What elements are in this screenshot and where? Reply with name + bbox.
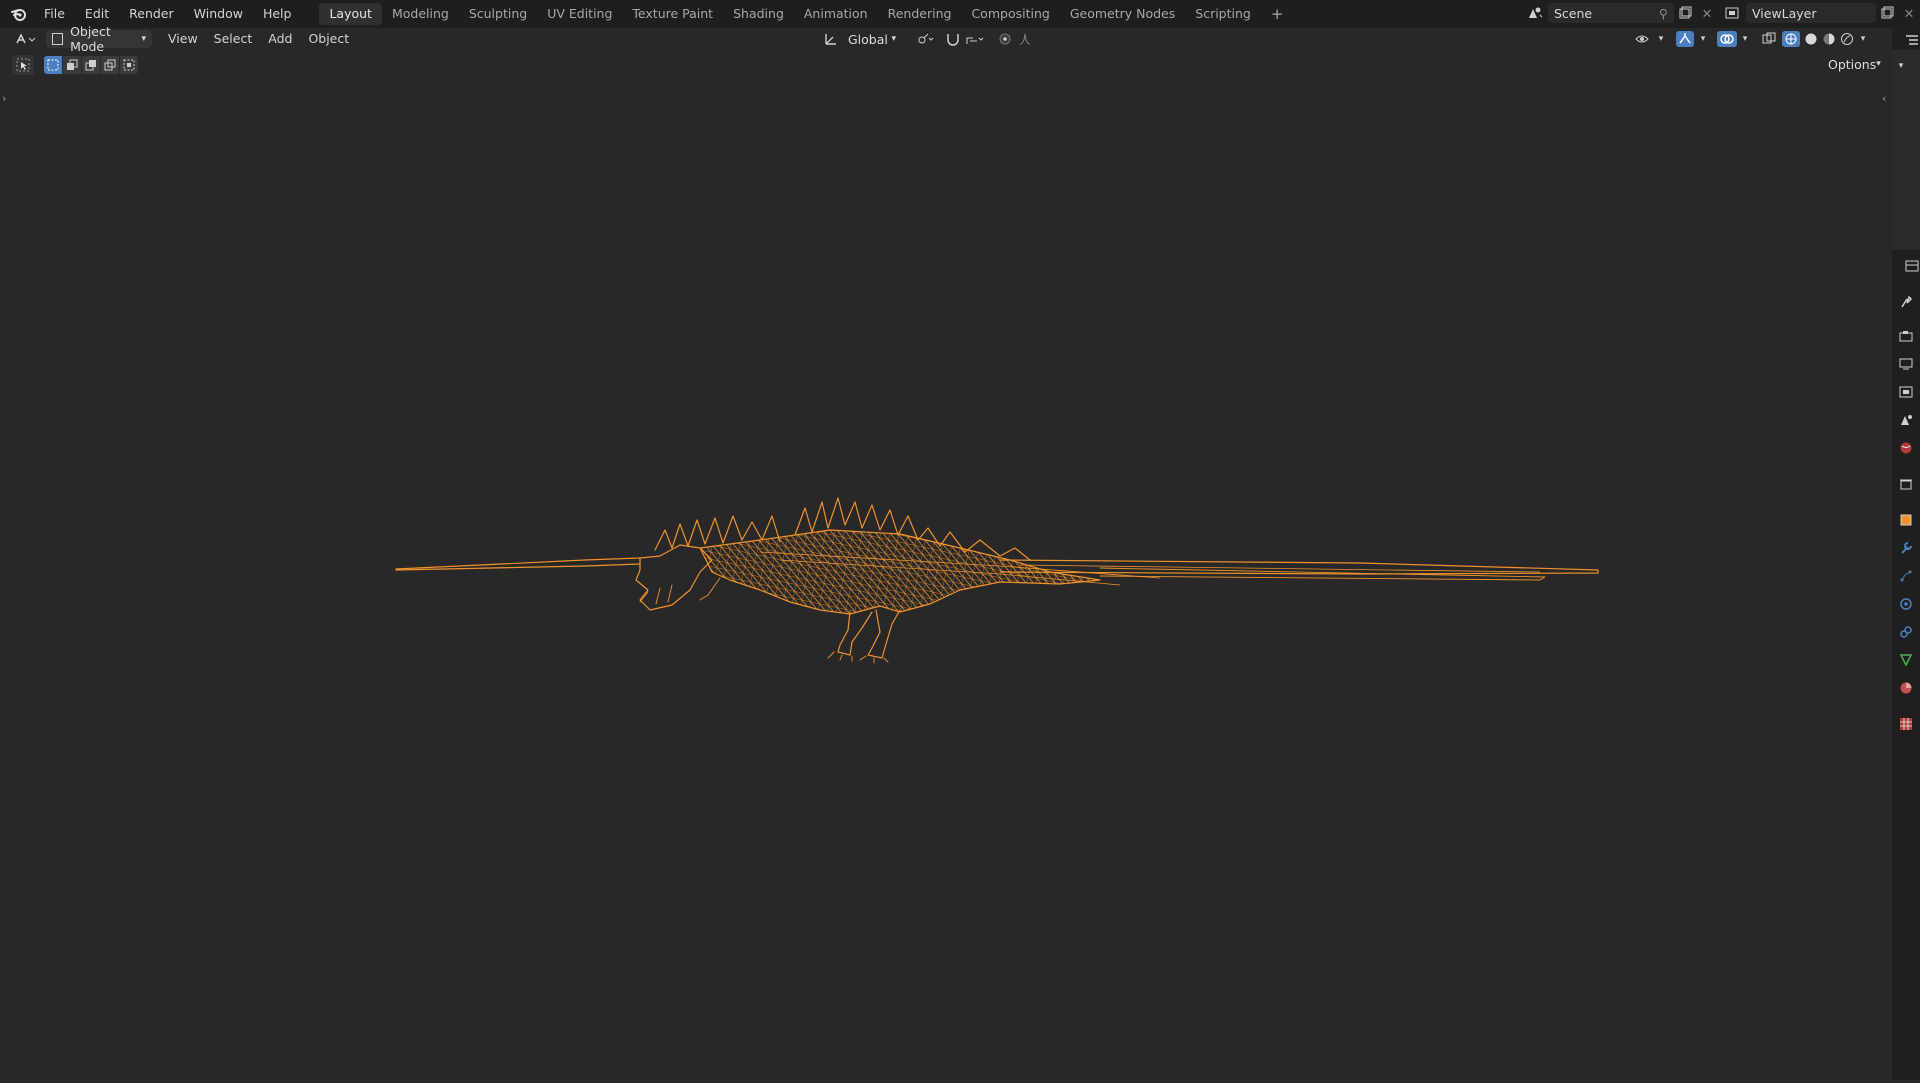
solid-shading-icon[interactable] [1802, 29, 1820, 49]
3d-viewport[interactable] [0, 78, 1892, 1080]
object-icon[interactable] [1896, 510, 1916, 530]
particles-icon[interactable] [1896, 566, 1916, 586]
scene-icon[interactable] [1896, 410, 1916, 430]
view-layer-name: ViewLayer [1752, 5, 1817, 21]
proportional-falloff-icon[interactable] [1016, 29, 1038, 49]
modifier-icon[interactable] [1896, 538, 1916, 558]
scene-name: Scene [1554, 5, 1593, 21]
tab-shading[interactable]: Shading [723, 3, 794, 25]
mode-dropdown[interactable]: Object Mode ▾ [46, 24, 152, 54]
world-icon[interactable] [1896, 438, 1916, 458]
chevron-down-icon: ▾ [891, 34, 896, 44]
new-view-layer-icon[interactable] [1876, 3, 1898, 23]
tool-settings-row: Options ▾ [0, 53, 1892, 77]
transform-tools: Global ▾ [820, 29, 1038, 49]
scene-name-field[interactable]: Scene ⚲ [1548, 3, 1674, 23]
menu-object[interactable]: Object [300, 29, 357, 49]
texture-icon[interactable] [1896, 714, 1916, 734]
chevron-down-icon: ▾ [1876, 59, 1881, 69]
menu-add[interactable]: Add [260, 29, 300, 49]
collection-icon[interactable] [1896, 474, 1916, 494]
tab-texture-paint[interactable]: Texture Paint [622, 3, 723, 25]
outliner-editor-type-icon[interactable] [1904, 30, 1920, 50]
tab-compositing[interactable]: Compositing [961, 3, 1059, 25]
editor-type-icon[interactable] [12, 29, 40, 49]
pivot-point-icon[interactable] [914, 29, 936, 49]
proportional-edit-icon[interactable] [994, 29, 1016, 49]
transform-orientation-dropdown[interactable]: Global ▾ [842, 30, 902, 48]
scene-type-icon[interactable] [1524, 3, 1546, 23]
view-layer-icon[interactable] [1896, 382, 1916, 402]
output-icon[interactable] [1896, 354, 1916, 374]
physics-icon[interactable] [1896, 594, 1916, 614]
chevron-down-icon[interactable]: ▾ [1856, 29, 1870, 49]
view-layer-selector: ViewLayer ✕ [1722, 3, 1920, 23]
properties-editor-type-icon[interactable] [1904, 256, 1920, 276]
tab-animation[interactable]: Animation [794, 3, 878, 25]
options-label: Options [1828, 56, 1877, 72]
tab-uv-editing[interactable]: UV Editing [537, 3, 622, 25]
pin-icon[interactable]: ⚲ [1659, 6, 1668, 21]
snap-target-icon[interactable] [964, 29, 986, 49]
chevron-down-icon[interactable]: ▾ [1738, 29, 1752, 49]
chevron-down-icon[interactable]: ▾ [1654, 29, 1668, 49]
object-mode-icon [52, 33, 64, 45]
render-icon[interactable] [1896, 326, 1916, 346]
blender-logo-icon[interactable] [4, 6, 34, 22]
mode-invert-icon[interactable] [101, 56, 119, 74]
rendered-shading-icon[interactable] [1838, 29, 1856, 49]
mode-intersect-icon[interactable] [120, 56, 138, 74]
menu-render[interactable]: Render [119, 2, 184, 26]
mode-set-icon[interactable] [44, 56, 62, 74]
tab-sculpting[interactable]: Sculpting [459, 3, 537, 25]
tab-rendering[interactable]: Rendering [878, 3, 962, 25]
tab-geometry-nodes[interactable]: Geometry Nodes [1060, 3, 1185, 25]
mode-extend-icon[interactable] [63, 56, 81, 74]
mode-label: Object Mode [70, 24, 111, 54]
menu-help[interactable]: Help [253, 2, 302, 26]
menu-window[interactable]: Window [184, 2, 253, 26]
snap-icon[interactable] [942, 29, 964, 49]
chevron-down-icon: ▾ [141, 34, 146, 44]
select-tool-icon[interactable] [12, 55, 34, 75]
tool-icon[interactable] [1896, 292, 1916, 312]
overlays-icon[interactable] [1716, 29, 1738, 49]
material-shading-icon[interactable] [1820, 29, 1838, 49]
chevron-down-icon[interactable]: ▾ [1696, 29, 1710, 49]
menu-select[interactable]: Select [206, 29, 261, 49]
viewport-display-tools: ▾ ▾ ▾ ▾ [1632, 29, 1870, 49]
scene-selector: Scene ⚲ ✕ [1524, 3, 1718, 23]
constraints-icon[interactable] [1896, 622, 1916, 642]
selection-mode-group [44, 56, 138, 74]
delete-view-layer-icon[interactable]: ✕ [1898, 3, 1920, 23]
new-scene-icon[interactable] [1674, 3, 1696, 23]
xray-icon[interactable] [1758, 29, 1780, 49]
dragon-wireframe-mesh [395, 497, 1599, 664]
view-layer-type-icon[interactable] [1722, 3, 1744, 23]
add-workspace-button[interactable]: + [1261, 3, 1294, 25]
menu-edit[interactable]: Edit [75, 2, 119, 26]
wireframe-shading-icon[interactable] [1780, 29, 1802, 49]
view-layer-name-field[interactable]: ViewLayer [1746, 3, 1876, 23]
mode-subtract-icon[interactable] [82, 56, 100, 74]
delete-scene-icon[interactable]: ✕ [1696, 3, 1718, 23]
material-icon[interactable] [1896, 678, 1916, 698]
menu-file[interactable]: File [34, 2, 75, 26]
tab-scripting[interactable]: Scripting [1185, 3, 1261, 25]
visibility-icon[interactable] [1632, 29, 1654, 49]
viewport-header: Object Mode ▾ View Select Add Object Glo… [0, 24, 1892, 54]
workspace-tabs: Layout Modeling Sculpting UV Editing Tex… [319, 3, 1293, 25]
tab-modeling[interactable]: Modeling [382, 3, 459, 25]
outliner-panel[interactable] [1892, 50, 1920, 250]
transform-orientation-icon[interactable] [820, 29, 842, 49]
orientation-label: Global [848, 31, 888, 47]
options-dropdown[interactable]: Options ▾ [1822, 55, 1884, 73]
menu-view[interactable]: View [160, 29, 206, 49]
data-icon[interactable] [1896, 650, 1916, 670]
tab-layout[interactable]: Layout [319, 3, 382, 25]
top-bar: File Edit Render Window Help Layout Mode… [0, 0, 1920, 28]
gizmo-icon[interactable] [1674, 29, 1696, 49]
outliner-collapse-icon[interactable]: ▾ [1896, 56, 1906, 76]
